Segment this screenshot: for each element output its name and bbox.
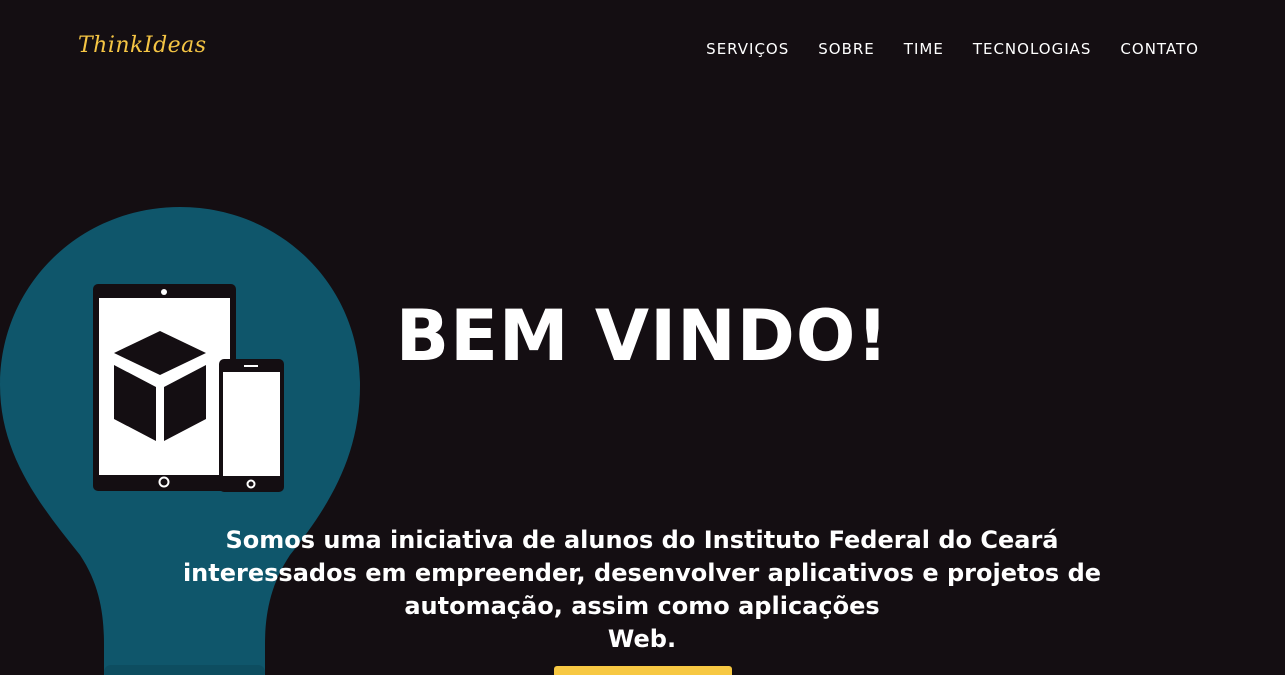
bulb-base <box>104 665 265 675</box>
hero-subtitle-line: Somos uma iniciativa de alunos do Instit… <box>225 526 1059 554</box>
hero-subtitle-line: automação, assim como aplicações <box>404 592 880 620</box>
nav-link-servicos[interactable]: SERVIÇOS <box>706 40 789 58</box>
nav-link-sobre[interactable]: SOBRE <box>818 40 875 58</box>
page: ThinkIdeas SERVIÇOS SOBRE TIME TECNOLOGI… <box>0 0 1285 675</box>
hero-subtitle: Somos uma iniciativa de alunos do Instit… <box>142 524 1142 656</box>
nav-link-tecnologias[interactable]: TECNOLOGIAS <box>973 40 1092 58</box>
hero-subtitle-line: interessados em empreender, desenvolver … <box>182 559 1102 587</box>
brand-logo[interactable]: ThinkIdeas <box>78 33 207 58</box>
nav-links: SERVIÇOS SOBRE TIME TECNOLOGIAS CONTATO <box>706 40 1199 58</box>
hero-subtitle-line: Web. <box>607 625 677 653</box>
hero-cta-button[interactable] <box>554 666 732 675</box>
navbar: ThinkIdeas SERVIÇOS SOBRE TIME TECNOLOGI… <box>0 0 1285 100</box>
nav-link-contato[interactable]: CONTATO <box>1120 40 1199 58</box>
nav-link-time[interactable]: TIME <box>904 40 944 58</box>
hero-title: BEM VINDO! <box>395 295 890 377</box>
phone-icon <box>219 359 284 492</box>
